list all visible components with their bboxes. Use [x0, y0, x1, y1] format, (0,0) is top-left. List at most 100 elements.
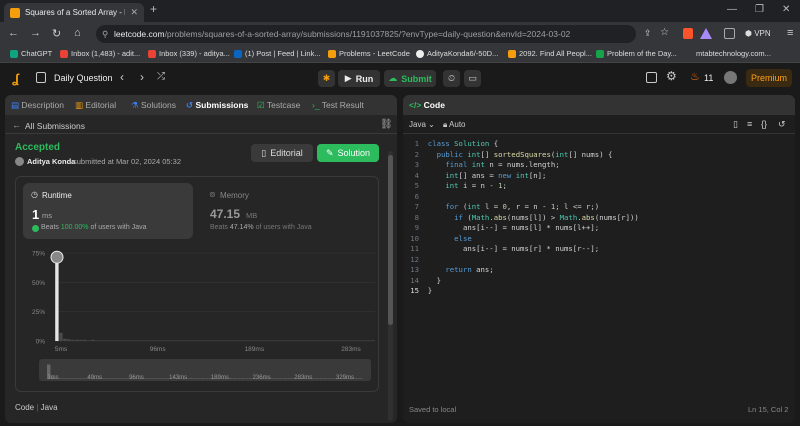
- mini-bar: [236, 378, 241, 379]
- vpn-button[interactable]: ⬢ VPN: [745, 29, 771, 38]
- bookmark-item[interactable]: Inbox (1,483) - adit...: [60, 49, 140, 58]
- autosave-toggle[interactable]: 🔒︎ Auto: [443, 120, 466, 130]
- reload-icon[interactable]: ↻: [52, 27, 61, 40]
- bookmark-item[interactable]: Problem of the Day...: [596, 49, 677, 58]
- menu-icon[interactable]: ≡: [787, 27, 793, 39]
- chart-bar: [283, 340, 287, 341]
- close-window-icon[interactable]: ✕: [782, 4, 790, 15]
- bookmark-item[interactable]: mtabtechnology.com...: [696, 49, 771, 58]
- chart-bar: [95, 340, 99, 341]
- home-icon[interactable]: ⌂: [74, 27, 81, 39]
- forward-icon[interactable]: →: [30, 27, 41, 39]
- chart-bar: [139, 340, 143, 341]
- editorial-button[interactable]: ▯ Editorial: [251, 144, 313, 162]
- code-line[interactable]: 4 int[] ans = new int[n];: [403, 171, 547, 182]
- avatar[interactable]: [724, 71, 737, 84]
- bookmark-item[interactable]: Problems - LeetCode: [328, 49, 410, 58]
- all-submissions-link[interactable]: All Submissions: [25, 121, 85, 131]
- sidebar-toggle-icon[interactable]: [724, 28, 735, 39]
- code-line[interactable]: 14 }: [403, 276, 441, 287]
- code-line[interactable]: 3 final int n = nums.length;: [403, 160, 560, 171]
- code-line[interactable]: 7 for (int l = 0, r = n - 1; l <= r;): [403, 202, 600, 213]
- language-select[interactable]: Java ⌄: [409, 120, 435, 129]
- chart-bar: [195, 340, 199, 341]
- layout-icon[interactable]: [646, 72, 657, 83]
- code-line[interactable]: 11 ans[i--] = nums[r] * nums[r--];: [403, 244, 599, 255]
- bookmark-item[interactable]: Inbox (339) - aditya...: [148, 49, 230, 58]
- timer-button[interactable]: ⏲: [443, 70, 460, 87]
- browser-tab[interactable]: Squares of a Sorted Array - Lee ✕: [4, 3, 144, 22]
- debugger-button[interactable]: ✱: [318, 70, 335, 87]
- solution-button[interactable]: ✎ Solution: [317, 144, 379, 162]
- notes-button[interactable]: ▭: [464, 70, 481, 87]
- memory-card[interactable]: ⊚ Memory 47.15 MB Beats 47.14% of users …: [201, 183, 371, 239]
- code-line[interactable]: 9 ans[i--] = nums[l] * nums[l++];: [403, 223, 600, 234]
- next-problem-icon[interactable]: ›: [140, 70, 144, 84]
- code-line[interactable]: 12: [403, 255, 428, 266]
- code-line[interactable]: 1 class Solution {: [403, 139, 499, 150]
- scrollbar-track[interactable]: [388, 151, 393, 421]
- bookmarks-bar: ChatGPT Inbox (1,483) - adit... Inbox (3…: [0, 46, 800, 63]
- tab-testcase[interactable]: ☑ Testcase: [257, 100, 300, 111]
- brave-rewards-icon[interactable]: [700, 28, 712, 39]
- run-button[interactable]: ▶ Run: [338, 70, 380, 87]
- tab-description[interactable]: ▤ Description: [11, 100, 64, 111]
- leetcode-logo-icon[interactable]: ʆ: [12, 71, 24, 86]
- code-line[interactable]: 15 }: [403, 286, 432, 297]
- code-token: }: [427, 275, 441, 285]
- code-line[interactable]: 6: [403, 192, 428, 203]
- reset-code-icon[interactable]: ↺: [778, 119, 786, 130]
- format-code-icon[interactable]: ≡: [747, 119, 752, 129]
- tab-editorial[interactable]: ▥ Editorial: [75, 100, 116, 111]
- save-status: Saved to local: [409, 405, 457, 414]
- divider: [5, 133, 397, 134]
- minimize-icon[interactable]: —: [727, 4, 737, 15]
- chart-bar: [163, 340, 167, 341]
- tab-solutions[interactable]: ⚗ Solutions: [131, 100, 176, 111]
- runtime-range-selector[interactable]: 3ms 49ms 96ms 143ms 189ms 236ms 283ms 329ms: [39, 359, 371, 389]
- bookmark-item[interactable]: ChatGPT: [10, 49, 52, 58]
- code-line[interactable]: 2 public int[] sortedSquares(int[] nums)…: [403, 150, 613, 161]
- bookmark-icon[interactable]: ▯: [733, 119, 738, 130]
- prev-problem-icon[interactable]: ‹: [120, 70, 124, 84]
- copy-link-icon[interactable]: ⛓: [380, 119, 393, 130]
- braces-icon[interactable]: {}: [761, 119, 767, 129]
- your-submission-marker: [50, 250, 64, 264]
- chart-bar: [211, 340, 215, 341]
- bookmark-item[interactable]: 2092. Find All Peopl...: [508, 49, 592, 58]
- tab-submissions[interactable]: ↺ Submissions: [186, 100, 248, 111]
- code-tab[interactable]: </> Code: [409, 100, 445, 110]
- back-arrow-icon[interactable]: ←: [12, 120, 21, 130]
- submit-button[interactable]: ☁ Submit: [384, 70, 436, 87]
- runtime-distribution-chart[interactable]: 75% 50% 25% 0% 5ms 96ms 189ms 283ms: [15, 245, 385, 360]
- back-icon[interactable]: ←: [8, 27, 19, 39]
- site-info-icon[interactable]: ⚲: [102, 29, 108, 40]
- new-tab-icon[interactable]: +: [150, 2, 157, 16]
- code-area[interactable]: 1 class Solution {2 public int[] sortedS…: [403, 139, 795, 359]
- username[interactable]: Aditya Konda: [27, 157, 75, 166]
- premium-button[interactable]: Premium: [746, 69, 792, 87]
- chart-bar: [111, 340, 115, 341]
- problem-list-icon[interactable]: [36, 72, 46, 83]
- bookmark-star-icon[interactable]: ☆: [660, 27, 669, 38]
- code-line[interactable]: 8 if (Math.abs(nums[l]) > Math.abs(nums[…: [403, 213, 639, 224]
- code-line[interactable]: 13 return ans;: [403, 265, 494, 276]
- code-line[interactable]: 5 int i = n - 1;: [403, 181, 507, 192]
- streak-fire-icon[interactable]: ♨: [690, 70, 700, 83]
- scrollbar-thumb[interactable]: [388, 155, 393, 325]
- address-bar[interactable]: ⚲ leetcode.com/problems/squares-of-a-sor…: [96, 25, 636, 43]
- daily-question-title[interactable]: Daily Question: [54, 73, 113, 83]
- runtime-card[interactable]: ◷ Runtime 1 ms Beats 100.00% of users wi…: [23, 183, 193, 239]
- code-line[interactable]: 10 else: [403, 234, 472, 245]
- shuffle-icon[interactable]: ⤮: [157, 71, 165, 82]
- bookmark-item[interactable]: (1) Post | Feed | Link...: [234, 49, 321, 58]
- settings-gear-icon[interactable]: ⚙: [666, 69, 677, 83]
- close-tab-icon[interactable]: ✕: [130, 7, 138, 18]
- chart-bar: [323, 340, 327, 341]
- maximize-icon[interactable]: ❐: [755, 4, 764, 15]
- tab-test-result[interactable]: ›_ Test Result: [312, 100, 364, 110]
- bookmark-item[interactable]: AdityaKonda6/-50D...: [416, 49, 498, 58]
- mini-bar: [331, 378, 335, 379]
- brave-shield-icon[interactable]: [683, 28, 693, 39]
- share-icon[interactable]: ⇪: [644, 28, 652, 39]
